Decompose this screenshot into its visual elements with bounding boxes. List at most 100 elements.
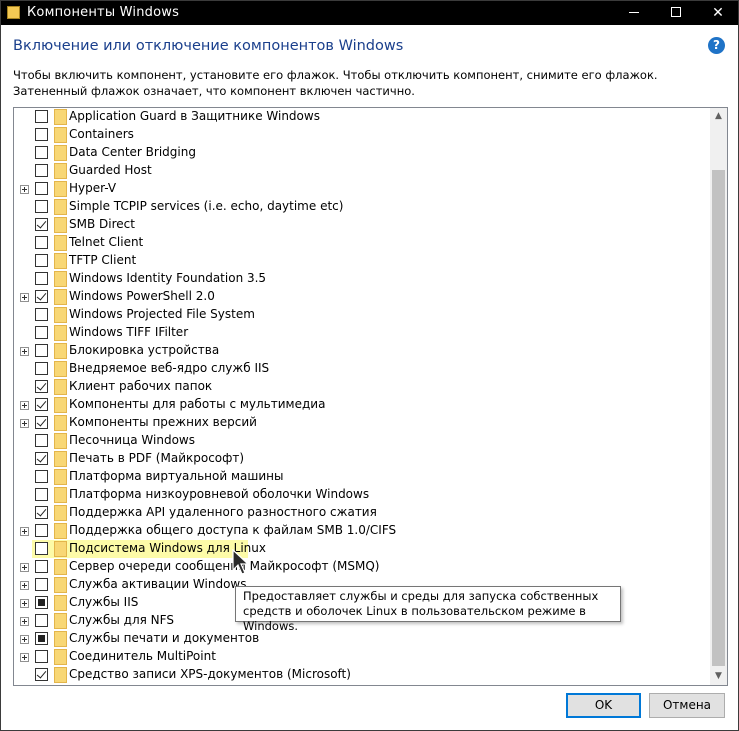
expand-plus-icon[interactable]: [20, 401, 29, 410]
component-checkbox[interactable]: [35, 200, 48, 213]
component-row[interactable]: SMB Direct: [14, 216, 710, 234]
component-row[interactable]: Платформа низкоуровневой оболочки Window…: [14, 486, 710, 504]
folder-icon: [54, 343, 67, 359]
component-checkbox[interactable]: [35, 236, 48, 249]
folder-icon: [54, 487, 67, 503]
component-row[interactable]: Data Center Bridging: [14, 144, 710, 162]
component-checkbox[interactable]: [35, 434, 48, 447]
scroll-down-icon[interactable]: ▼: [710, 668, 727, 685]
component-checkbox[interactable]: [35, 254, 48, 267]
component-label: TFTP Client: [69, 253, 137, 267]
component-row[interactable]: Сервер очереди сообщений Майкрософт (MSM…: [14, 558, 710, 576]
component-checkbox[interactable]: [35, 470, 48, 483]
component-checkbox[interactable]: [35, 542, 48, 555]
component-label: Hyper-V: [69, 181, 117, 195]
component-row[interactable]: Windows Identity Foundation 3.5: [14, 270, 710, 288]
component-row[interactable]: Поддержка API удаленного разностного сжа…: [14, 504, 710, 522]
component-checkbox[interactable]: [35, 650, 48, 663]
component-label: Компоненты прежних версий: [69, 415, 257, 429]
component-checkbox[interactable]: [35, 218, 48, 231]
component-checkbox[interactable]: [35, 614, 48, 627]
expand-plus-icon[interactable]: [20, 419, 29, 428]
component-row[interactable]: Windows Projected File System: [14, 306, 710, 324]
component-row[interactable]: Службы печати и документов: [14, 630, 710, 648]
expand-plus-icon[interactable]: [20, 581, 29, 590]
scrollbar-thumb[interactable]: [712, 170, 725, 666]
component-label: Служба активации Windows: [69, 577, 247, 591]
folder-icon: [54, 127, 67, 143]
component-checkbox[interactable]: [35, 596, 48, 609]
component-checkbox[interactable]: [35, 632, 48, 645]
component-checkbox[interactable]: [35, 506, 48, 519]
expand-plus-icon[interactable]: [20, 635, 29, 644]
expand-plus-icon[interactable]: [20, 185, 29, 194]
component-row[interactable]: TFTP Client: [14, 252, 710, 270]
maximize-button[interactable]: [653, 1, 699, 25]
component-checkbox[interactable]: [35, 308, 48, 321]
component-row[interactable]: Песочница Windows: [14, 432, 710, 450]
component-checkbox[interactable]: [35, 452, 48, 465]
component-row[interactable]: Компоненты для работы с мультимедиа: [14, 396, 710, 414]
component-row[interactable]: Поддержка общего доступа к файлам SMB 1.…: [14, 522, 710, 540]
component-checkbox[interactable]: [35, 416, 48, 429]
component-checkbox[interactable]: [35, 380, 48, 393]
component-checkbox[interactable]: [35, 362, 48, 375]
expand-plus-icon[interactable]: [20, 347, 29, 356]
component-checkbox[interactable]: [35, 146, 48, 159]
help-icon[interactable]: ?: [708, 37, 725, 54]
folder-icon: [54, 451, 67, 467]
component-row[interactable]: Hyper-V: [14, 180, 710, 198]
component-label: Windows TIFF IFilter: [69, 325, 189, 339]
component-row[interactable]: Печать в PDF (Майкрософт): [14, 450, 710, 468]
component-row[interactable]: Средство записи XPS-документов (Microsof…: [14, 666, 710, 684]
folder-icon: [54, 433, 67, 449]
component-row[interactable]: Внедряемое веб-ядро служб IIS: [14, 360, 710, 378]
close-button[interactable]: ✕: [695, 1, 739, 25]
component-checkbox[interactable]: [35, 272, 48, 285]
expand-plus-icon[interactable]: [20, 293, 29, 302]
expand-plus-icon[interactable]: [20, 563, 29, 572]
cancel-button[interactable]: Отмена: [649, 693, 725, 718]
component-checkbox[interactable]: [35, 524, 48, 537]
component-row[interactable]: Клиент рабочих папок: [14, 378, 710, 396]
ok-button[interactable]: OK: [566, 693, 641, 718]
expand-plus-icon[interactable]: [20, 527, 29, 536]
component-checkbox[interactable]: [35, 560, 48, 573]
component-checkbox[interactable]: [35, 344, 48, 357]
component-row[interactable]: Simple TCPIP services (i.e. echo, daytim…: [14, 198, 710, 216]
component-row[interactable]: Application Guard в Защитнике Windows: [14, 108, 710, 126]
component-label: Data Center Bridging: [69, 145, 196, 159]
component-row[interactable]: Windows TIFF IFilter: [14, 324, 710, 342]
expand-plus-icon[interactable]: [20, 599, 29, 608]
component-row[interactable]: Компоненты прежних версий: [14, 414, 710, 432]
component-checkbox[interactable]: [35, 128, 48, 141]
component-row[interactable]: Блокировка устройства: [14, 342, 710, 360]
component-row[interactable]: Платформа виртуальной машины: [14, 468, 710, 486]
minimize-button[interactable]: [611, 1, 657, 25]
expand-plus-icon[interactable]: [20, 617, 29, 626]
vertical-scrollbar[interactable]: ▲ ▼: [710, 108, 727, 685]
component-checkbox[interactable]: [35, 578, 48, 591]
expand-plus-icon[interactable]: [20, 653, 29, 662]
component-row[interactable]: Соединитель MultiPoint: [14, 648, 710, 666]
component-label: Клиент рабочих папок: [69, 379, 213, 393]
component-checkbox[interactable]: [35, 110, 48, 123]
title-bar[interactable]: Компоненты Windows ✕: [1, 1, 738, 25]
component-checkbox[interactable]: [35, 290, 48, 303]
component-row[interactable]: Telnet Client: [14, 234, 710, 252]
component-row[interactable]: Windows PowerShell 2.0: [14, 288, 710, 306]
component-row[interactable]: Guarded Host: [14, 162, 710, 180]
folder-icon: [54, 361, 67, 377]
maximize-icon: [671, 7, 681, 17]
component-checkbox[interactable]: [35, 488, 48, 501]
scroll-up-icon[interactable]: ▲: [710, 108, 727, 125]
folder-icon: [54, 649, 67, 665]
component-checkbox[interactable]: [35, 182, 48, 195]
component-checkbox[interactable]: [35, 668, 48, 681]
folder-icon: [54, 109, 67, 125]
component-checkbox[interactable]: [35, 398, 48, 411]
component-row[interactable]: Подсистема Windows для Linux: [14, 540, 710, 558]
component-row[interactable]: Containers: [14, 126, 710, 144]
component-checkbox[interactable]: [35, 164, 48, 177]
component-checkbox[interactable]: [35, 326, 48, 339]
